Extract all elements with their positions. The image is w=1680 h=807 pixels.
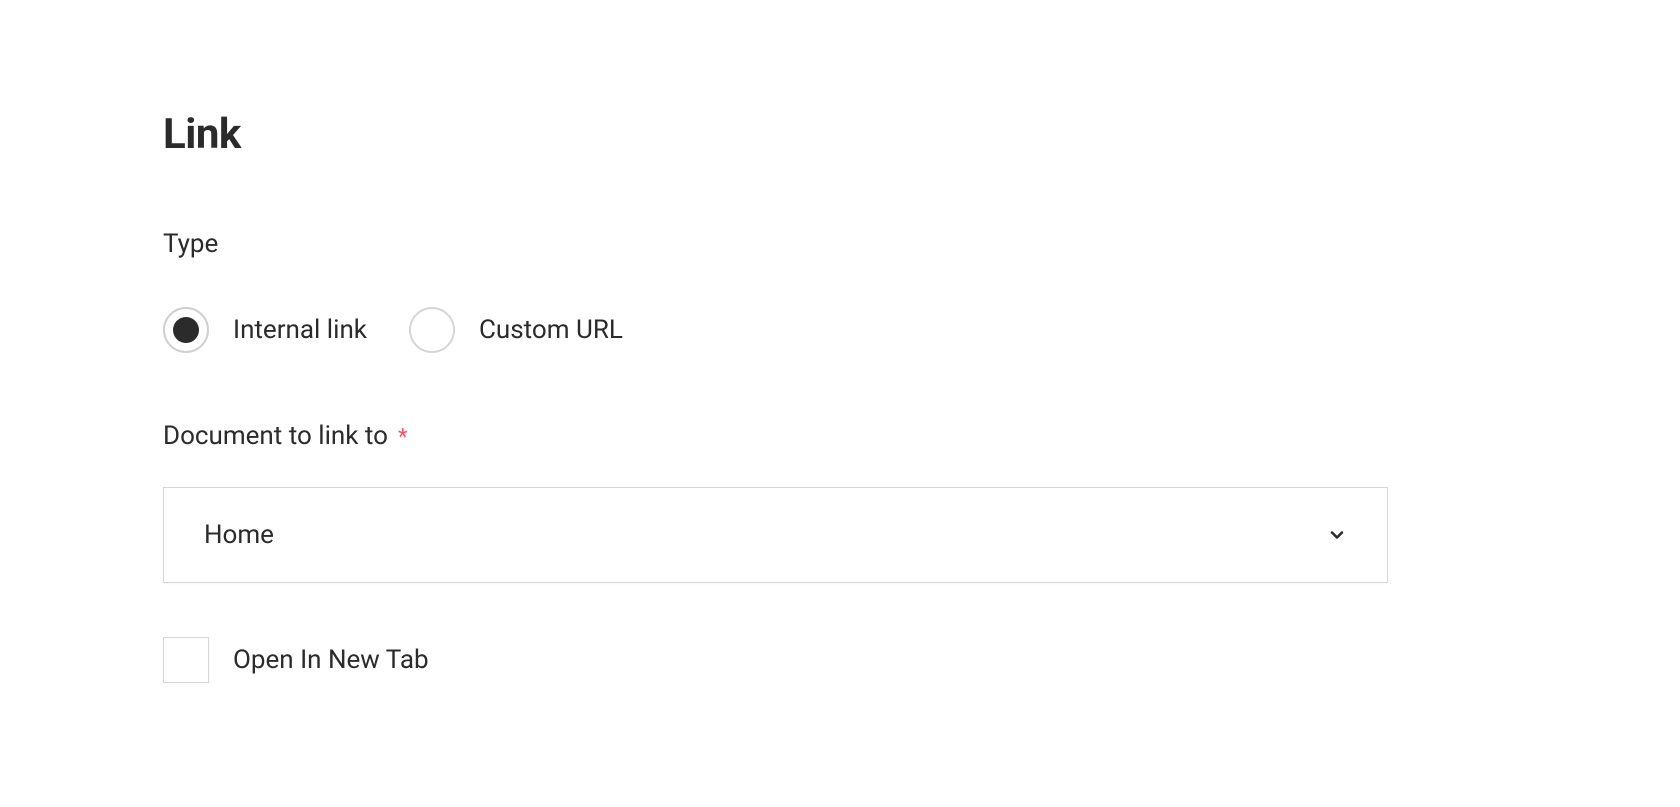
document-field-label-row: Document to link to *	[163, 421, 1517, 451]
radio-label: Custom URL	[479, 315, 623, 345]
required-indicator-icon: *	[398, 427, 407, 449]
radio-icon	[409, 307, 455, 353]
document-select-value: Home	[204, 520, 274, 550]
section-heading: Link	[163, 110, 1517, 159]
type-radio-group: Internal link Custom URL	[163, 307, 1517, 353]
radio-label: Internal link	[233, 315, 367, 345]
radio-selected-dot-icon	[173, 317, 199, 343]
chevron-down-icon	[1327, 525, 1347, 545]
document-select[interactable]: Home	[163, 487, 1388, 583]
radio-option-internal-link[interactable]: Internal link	[163, 307, 367, 353]
open-new-tab-row: Open In New Tab	[163, 637, 1517, 683]
link-form-section: Link Type Internal link Custom URL Docum…	[0, 0, 1680, 793]
open-new-tab-label: Open In New Tab	[233, 645, 429, 675]
document-field-label: Document to link to	[163, 421, 388, 451]
radio-icon	[163, 307, 209, 353]
open-new-tab-checkbox[interactable]	[163, 637, 209, 683]
radio-option-custom-url[interactable]: Custom URL	[409, 307, 623, 353]
type-field-label: Type	[163, 229, 1517, 259]
